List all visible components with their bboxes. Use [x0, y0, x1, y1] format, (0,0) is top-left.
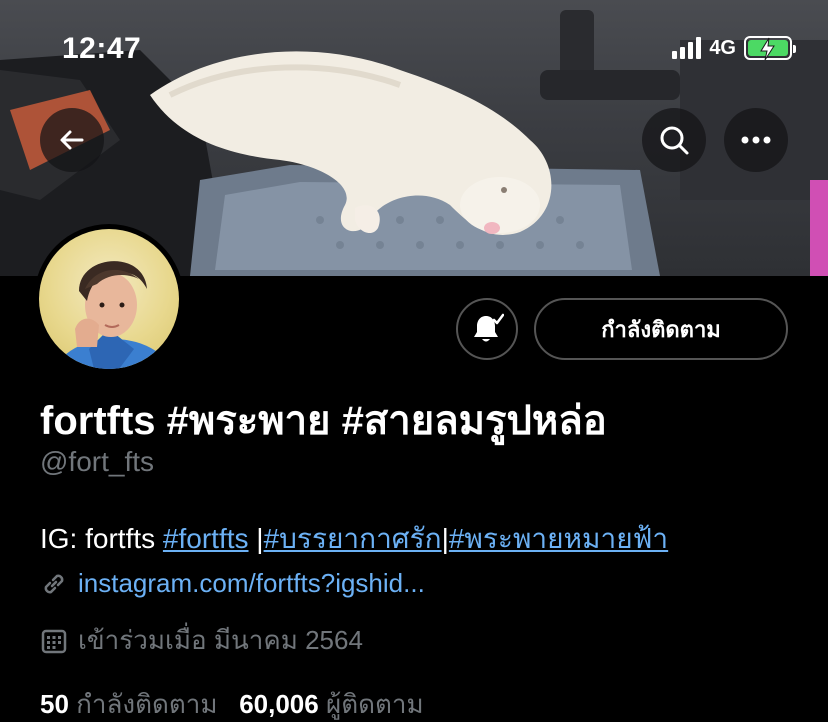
- bell-check-icon: [474, 313, 504, 342]
- website-link[interactable]: instagram.com/fortfts?igshid...: [78, 568, 425, 599]
- website-row[interactable]: instagram.com/fortfts?igshid...: [40, 568, 425, 599]
- search-icon: [660, 126, 689, 155]
- followers-stat[interactable]: 60,006 ผู้ติดตาม: [239, 689, 423, 719]
- following-stat[interactable]: 50 กำลังติดตาม: [40, 689, 218, 719]
- back-button[interactable]: [40, 108, 104, 172]
- hashtag-link[interactable]: #พระพายหมายฟ้า: [449, 523, 668, 554]
- bio-separator: |: [441, 523, 449, 554]
- back-arrow-icon: [60, 130, 84, 150]
- following-label: กำลังติดตาม: [76, 689, 218, 719]
- profile-bio: IG: fortfts #fortfts |#บรรยากาศรัก|#พระพ…: [40, 517, 668, 561]
- username-handle: @fort_fts: [40, 446, 155, 477]
- status-indicators: 4G: [672, 36, 796, 61]
- signal-icon: [672, 37, 702, 59]
- battery-charging-icon: [744, 36, 796, 61]
- hashtag-link[interactable]: #บรรยากาศรัก: [264, 523, 442, 554]
- notification-button[interactable]: [456, 298, 518, 360]
- calendar-icon: [41, 629, 67, 653]
- joined-date: เข้าร่วมเมื่อ มีนาคม 2564: [78, 625, 363, 655]
- followers-label: ผู้ติดตาม: [325, 689, 424, 719]
- following-button[interactable]: กำลังติดตาม: [534, 298, 788, 360]
- avatar[interactable]: [34, 224, 184, 374]
- bio-text: IG: fortfts: [40, 523, 163, 554]
- link-icon: [44, 574, 64, 593]
- search-button[interactable]: [642, 108, 706, 172]
- bio-separator: |: [256, 523, 264, 554]
- status-time: 12:47: [62, 32, 142, 65]
- network-label: 4G: [709, 36, 736, 59]
- more-button[interactable]: [724, 108, 788, 172]
- more-icon: [741, 136, 771, 144]
- following-count: 50: [40, 689, 69, 719]
- display-name: fortfts #พระพาย #สายลมรูปหล่อ: [40, 399, 607, 443]
- avatar-photo: [39, 229, 179, 369]
- joined-row: เข้าร่วมเมื่อ มีนาคม 2564: [40, 620, 363, 661]
- followers-count: 60,006: [239, 689, 319, 719]
- follow-stats: 50 กำลังติดตาม 60,006 ผู้ติดตาม: [40, 684, 424, 722]
- hashtag-link[interactable]: #fortfts: [163, 523, 249, 554]
